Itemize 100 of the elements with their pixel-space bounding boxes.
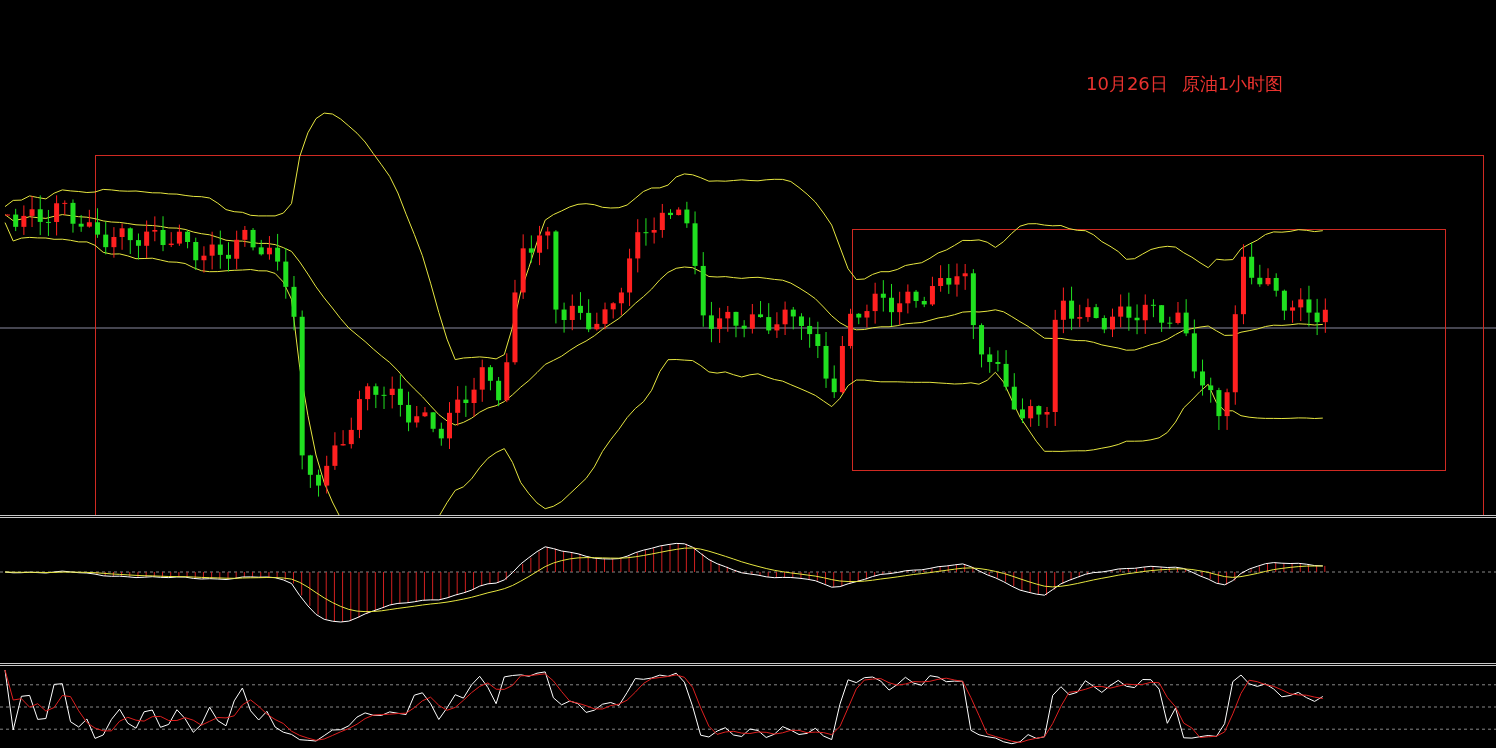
candlestick <box>70 199 76 234</box>
candlestick <box>1126 292 1132 332</box>
candlestick <box>676 206 682 216</box>
candlestick <box>1019 397 1025 424</box>
candlestick <box>1281 289 1287 321</box>
candlestick <box>1314 298 1320 336</box>
candlestick <box>144 220 150 259</box>
candlestick <box>938 264 944 293</box>
candlestick <box>5 214 10 216</box>
candlestick <box>119 222 125 251</box>
candlestick <box>1110 308 1115 338</box>
candlestick <box>471 377 477 418</box>
candlestick <box>921 296 927 308</box>
candlestick <box>127 226 133 255</box>
candlestick <box>1200 359 1206 397</box>
candlestick <box>1036 404 1042 427</box>
candlestick <box>880 279 886 313</box>
candlestick <box>1093 303 1099 319</box>
candlestick <box>1159 304 1165 333</box>
candlestick <box>725 305 731 333</box>
candlestick <box>766 302 772 335</box>
candlestick <box>618 287 624 316</box>
candlestick <box>226 241 231 272</box>
candlestick <box>635 218 641 273</box>
candlestick <box>209 231 215 270</box>
candlestick <box>103 221 109 255</box>
candlestick <box>13 208 19 232</box>
candlestick <box>577 291 583 321</box>
candlestick <box>537 225 543 266</box>
candlestick <box>749 303 755 335</box>
candlestick <box>479 359 485 403</box>
candlestick <box>193 237 199 271</box>
candlestick <box>1069 286 1075 331</box>
candlestick <box>242 225 248 248</box>
candlestick <box>741 319 747 338</box>
candlestick <box>831 364 837 399</box>
candlestick <box>496 376 502 407</box>
candlestick <box>1306 285 1312 328</box>
candlestick <box>1003 349 1009 391</box>
candlestick <box>758 300 764 319</box>
candlestick <box>782 301 788 336</box>
candlestick <box>856 312 862 325</box>
candlestick <box>1208 377 1214 404</box>
candlestick <box>815 321 821 359</box>
candlestick <box>602 302 608 330</box>
candlestick <box>356 390 362 439</box>
candlestick <box>807 316 813 349</box>
candlestick <box>643 217 649 247</box>
candlestick <box>528 234 534 264</box>
candlestick <box>21 204 27 236</box>
candlestick <box>95 207 101 239</box>
candlestick <box>283 247 289 300</box>
candlestick <box>995 350 1001 372</box>
candlestick <box>1257 264 1263 288</box>
candlestick <box>970 268 976 340</box>
candlestick <box>111 226 117 259</box>
candlestick <box>86 209 92 229</box>
candlestick <box>406 391 412 432</box>
candlestick <box>545 226 551 250</box>
chart-title: 原油1小时图 <box>1181 72 1284 96</box>
candlestick <box>29 195 35 228</box>
candlestick <box>1249 242 1255 285</box>
candlestick <box>946 263 952 295</box>
candlestick <box>1273 272 1279 298</box>
candlestick <box>897 291 903 326</box>
candlestick <box>1060 287 1066 334</box>
candlestick <box>1290 300 1296 324</box>
chart-date: 10月26日 <box>1086 72 1168 96</box>
candlestick <box>839 335 845 395</box>
candlestick <box>316 469 322 498</box>
candlestick <box>37 194 43 236</box>
candlestick <box>463 385 469 418</box>
candlestick <box>979 322 985 368</box>
candlestick <box>774 311 780 339</box>
candlestick <box>864 304 870 329</box>
candlestick <box>414 405 420 428</box>
candlestick <box>586 298 592 333</box>
candlestick <box>1224 388 1230 431</box>
candlestick <box>872 282 878 325</box>
candlestick <box>455 385 461 427</box>
candlestick <box>520 233 526 300</box>
candlestick <box>594 312 600 332</box>
candlestick <box>430 411 436 433</box>
candlestick <box>217 230 223 270</box>
candlestick <box>201 245 207 274</box>
candlestick <box>1175 301 1181 325</box>
candlestick <box>487 364 493 391</box>
candlestick <box>234 230 240 270</box>
candlestick <box>692 210 698 275</box>
candlestick <box>962 263 968 291</box>
candlestick <box>684 201 690 229</box>
candlestick <box>905 283 911 314</box>
candlestick <box>1044 406 1050 429</box>
candlestick <box>823 331 829 389</box>
candlestick <box>1085 298 1091 323</box>
candlestick <box>397 374 403 418</box>
candlestick <box>1118 294 1124 328</box>
candlestick <box>790 306 796 330</box>
candlestick <box>1191 319 1197 379</box>
candlestick <box>569 294 575 331</box>
